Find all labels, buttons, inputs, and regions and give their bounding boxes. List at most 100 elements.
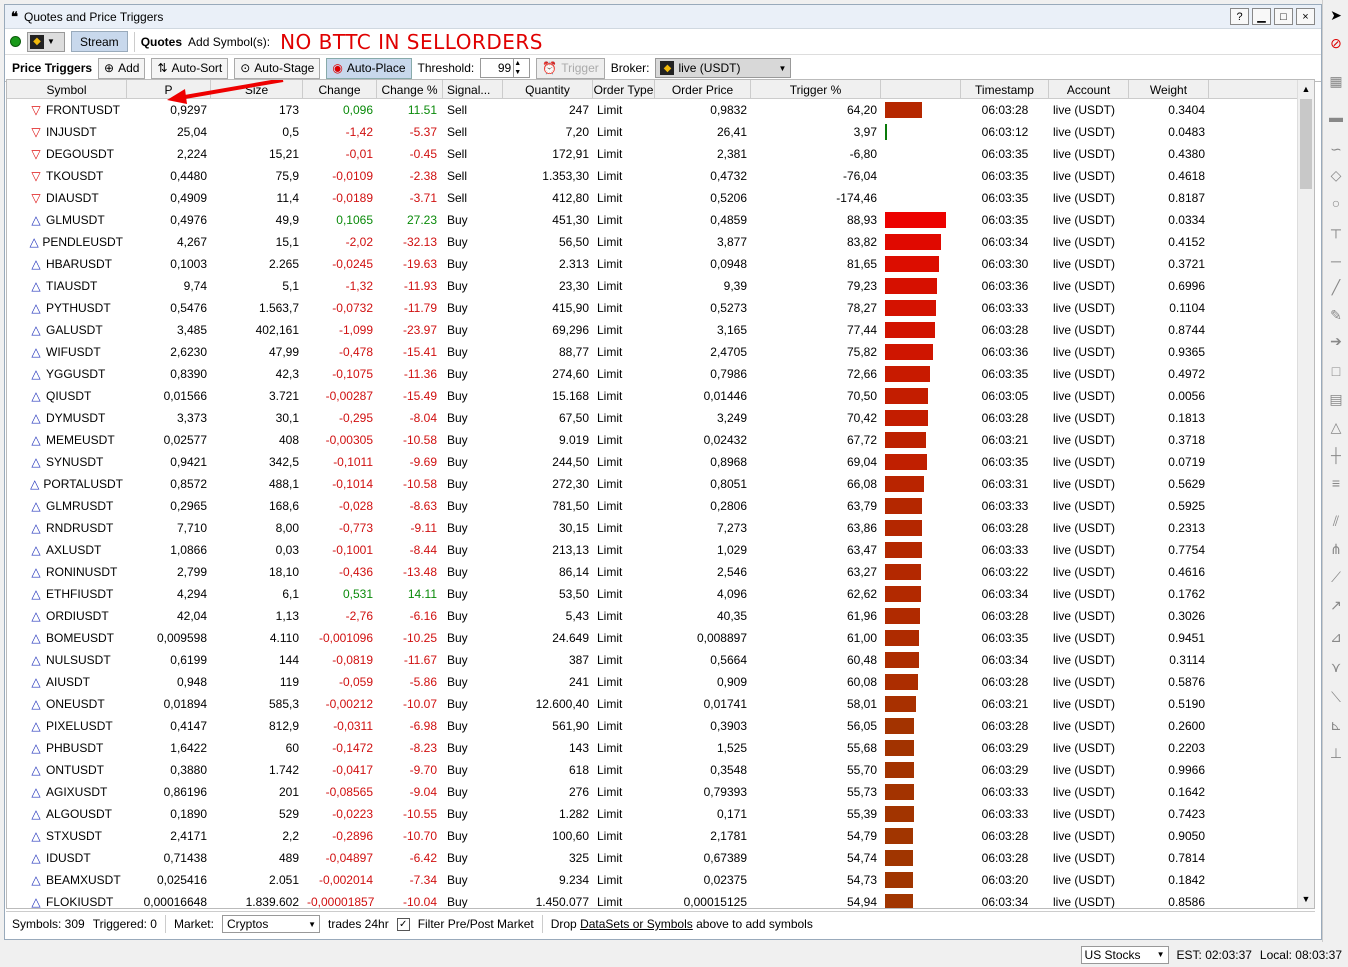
- channel-icon[interactable]: ⫽: [1327, 512, 1345, 530]
- table-row[interactable]: △ BOMEUSDT 0,009598 4.110 -0,001096 -10.25 Buy…: [7, 627, 1314, 649]
- fib-icon[interactable]: ≡: [1327, 474, 1345, 492]
- speed-icon[interactable]: ⟍: [1327, 688, 1345, 706]
- table-row[interactable]: △ IDUSDT 0,71438 489 -0,04897 -6.42 Buy 325 Limi…: [7, 847, 1314, 869]
- table-row[interactable]: △ FLOKIUSDT 0,00016648 1.839.602 -0,00001857…: [7, 891, 1314, 908]
- order-type-cell: Limit: [597, 851, 623, 865]
- table-row[interactable]: △ MEMEUSDT 0,02577 408 -0,00305 -10.58 Buy 9.01…: [7, 429, 1314, 451]
- column-header[interactable]: Symbol: [7, 80, 127, 99]
- threshold-stepper[interactable]: 99 ▲ ▼: [480, 58, 531, 78]
- pin-icon[interactable]: ┼: [1327, 446, 1345, 464]
- table-row[interactable]: △ GLMRUSDT 0,2965 168,6 -0,028 -8.63 Buy 781,50…: [7, 495, 1314, 517]
- table-row[interactable]: △ PORTALUSDT 0,8572 488,1 -0,1014 -10.58 Buy 27…: [7, 473, 1314, 495]
- table-row[interactable]: △ HBARUSDT 0,1003 2.265 -0,0245 -19.63 Buy 2.31…: [7, 253, 1314, 275]
- vline-icon[interactable]: ┬: [1327, 220, 1345, 238]
- table-row[interactable]: △ STXUSDT 2,4171 2,2 -0,2896 -10.70 Buy 100,60 L…: [7, 825, 1314, 847]
- table-row[interactable]: △ PENDLEUSDT 4,267 15,1 -2,02 -32.13 Buy 56,50 L…: [7, 231, 1314, 253]
- line-icon[interactable]: ╱: [1327, 278, 1345, 296]
- column-header[interactable]: Timestamp: [961, 80, 1049, 99]
- note-icon[interactable]: ▤: [1327, 390, 1345, 408]
- market-select[interactable]: Cryptos ▼: [221, 915, 320, 933]
- add-trigger-button[interactable]: ⊕ Add: [98, 57, 146, 79]
- table-row[interactable]: △ ETHFIUSDT 4,294 6,1 0,531 14.11 Buy 53,50 Limi…: [7, 583, 1314, 605]
- close-button[interactable]: ×: [1296, 8, 1315, 25]
- table-row[interactable]: ▽ DIAUSDT 0,4909 11,4 -0,0189 -3.71 Sell 412,80…: [7, 187, 1314, 209]
- table-row[interactable]: ▽ DEGOUSDT 2,224 15,21 -0,01 -0.45 Sell 172,91 L…: [7, 143, 1314, 165]
- table-row[interactable]: △ SYNUSDT 0,9421 342,5 -0,1011 -9.69 Buy 244,50…: [7, 451, 1314, 473]
- price-cell: 0,025416: [156, 873, 207, 887]
- auto-sort-button[interactable]: ⇅ Auto-Sort: [151, 57, 229, 79]
- measure-icon[interactable]: ⊾: [1327, 716, 1345, 734]
- table-row[interactable]: △ GALUSDT 3,485 402,161 -1,099 -23.97 Buy 69,29…: [7, 319, 1314, 341]
- spin-up-icon[interactable]: ▲: [514, 59, 527, 68]
- no-entry-icon[interactable]: ⊘: [1327, 34, 1345, 52]
- table-row[interactable]: △ TIAUSDT 9,74 5,1 -1,32 -11.93 Buy 23,30 Limit 9…: [7, 275, 1314, 297]
- table-row[interactable]: △ NULSUSDT 0,6199 144 -0,0819 -11.67 Buy 387 Lim…: [7, 649, 1314, 671]
- table-row[interactable]: △ AGIXUSDT 0,86196 201 -0,08565 -9.04 Buy 276 Li…: [7, 781, 1314, 803]
- cursor-icon[interactable]: ➤: [1327, 6, 1345, 24]
- table-row[interactable]: △ GLMUSDT 0,4976 49,9 0,1065 27.23 Buy 451,30 Li…: [7, 209, 1314, 231]
- table-row[interactable]: △ AIUSDT 0,948 119 -0,059 -5.86 Buy 241 Limit 0,9…: [7, 671, 1314, 693]
- ruler-icon[interactable]: ⊥: [1327, 744, 1345, 762]
- table-row[interactable]: △ PHBUSDT 1,6422 60 -0,1472 -8.23 Buy 143 Limit 1…: [7, 737, 1314, 759]
- filter-checkbox[interactable]: ✓: [396, 917, 410, 931]
- table-row[interactable]: △ ONEUSDT 0,01894 585,3 -0,00212 -10.07 Buy 12.…: [7, 693, 1314, 715]
- column-header[interactable]: [881, 80, 961, 99]
- rect-icon[interactable]: □: [1327, 362, 1345, 380]
- spin-down-icon[interactable]: ▼: [514, 68, 527, 77]
- pencil-icon[interactable]: ✎: [1327, 306, 1345, 324]
- trend-icon[interactable]: ↗: [1327, 596, 1345, 614]
- ellipse-icon[interactable]: ○: [1327, 194, 1345, 212]
- table-row[interactable]: △ YGGUSDT 0,8390 42,3 -0,1075 -11.36 Buy 274,60…: [7, 363, 1314, 385]
- scroll-thumb[interactable]: [1300, 99, 1312, 189]
- auto-stage-button[interactable]: ⊙ Auto-Stage: [234, 57, 321, 79]
- broker-select[interactable]: ◆ live (USDT) ▼: [655, 58, 792, 78]
- table-row[interactable]: △ RONINUSDT 2,799 18,10 -0,436 -13.48 Buy 86,14…: [7, 561, 1314, 583]
- column-header[interactable]: Quantity: [503, 80, 593, 99]
- help-button[interactable]: ?: [1230, 8, 1249, 25]
- column-header[interactable]: Signal...: [443, 80, 503, 99]
- table-row[interactable]: △ WIFUSDT 2,6230 47,99 -0,478 -15.41 Buy 88,77 L…: [7, 341, 1314, 363]
- column-header[interactable]: Order Type: [593, 80, 655, 99]
- trigger-bar: [881, 388, 961, 404]
- table-row[interactable]: △ ORDIUSDT 42,04 1,13 -2,76 -6.16 Buy 5,43 Limit…: [7, 605, 1314, 627]
- table-row[interactable]: △ QIUSDT 0,01566 3.721 -0,00287 -15.49 Buy 15.1…: [7, 385, 1314, 407]
- table-row[interactable]: △ ALGOUSDT 0,1890 529 -0,0223 -10.55 Buy 1.282 L…: [7, 803, 1314, 825]
- column-header[interactable]: Weight: [1129, 80, 1209, 99]
- column-header[interactable]: Trigger %: [751, 80, 881, 99]
- table-row[interactable]: △ AXLUSDT 1,0866 0,03 -0,1001 -8.44 Buy 213,13 L…: [7, 539, 1314, 561]
- table-row[interactable]: △ PIXELUSDT 0,4147 812,9 -0,0311 -6.98 Buy 561,…: [7, 715, 1314, 737]
- minimize-button[interactable]: ▁: [1252, 8, 1271, 25]
- table-row[interactable]: △ BEAMXUSDT 0,025416 2.051 -0,002014 -7.34 Buy…: [7, 869, 1314, 891]
- hline-icon[interactable]: ─: [1327, 252, 1345, 270]
- scroll-down-icon[interactable]: ▼: [1298, 891, 1314, 907]
- curve-icon[interactable]: ∽: [1327, 140, 1345, 158]
- table-row[interactable]: ▽ TKOUSDT 0,4480 75,9 -0,0109 -2.38 Sell 1.353,…: [7, 165, 1314, 187]
- pitchfork-icon[interactable]: ⋔: [1327, 540, 1345, 558]
- table-row[interactable]: △ RNDRUSDT 7,710 8,00 -0,773 -9.11 Buy 30,15 Lim…: [7, 517, 1314, 539]
- column-header[interactable]: Change %: [377, 80, 443, 99]
- region-select[interactable]: US Stocks ▼: [1080, 945, 1169, 964]
- stream-button[interactable]: Stream: [71, 31, 128, 52]
- fan-icon[interactable]: ⋎: [1327, 658, 1345, 676]
- bag-icon[interactable]: ▬: [1327, 108, 1345, 126]
- regression-icon[interactable]: ⟋: [1327, 568, 1345, 586]
- table-row[interactable]: △ DYMUSDT 3,373 30,1 -0,295 -8.04 Buy 67,50 Limi…: [7, 407, 1314, 429]
- vertical-scrollbar[interactable]: ▲ ▼: [1297, 80, 1314, 908]
- trigger-button[interactable]: ⏰ Trigger: [536, 57, 605, 79]
- grid-icon[interactable]: ▦: [1327, 72, 1345, 90]
- gann-icon[interactable]: ⊿: [1327, 628, 1345, 646]
- triangle-icon[interactable]: △: [1327, 418, 1345, 436]
- scroll-up-icon[interactable]: ▲: [1298, 81, 1314, 97]
- table-row[interactable]: △ ONTUSDT 0,3880 1.742 -0,0417 -9.70 Buy 618 Lim…: [7, 759, 1314, 781]
- maximize-button[interactable]: □: [1274, 8, 1293, 25]
- table-row[interactable]: ▽ INJUSDT 25,04 0,5 -1,42 -5.37 Sell 7,20 Limit 2…: [7, 121, 1314, 143]
- column-header[interactable]: Account: [1049, 80, 1129, 99]
- arrow-icon[interactable]: ➔: [1327, 332, 1345, 350]
- shape-icon[interactable]: ◇: [1327, 166, 1345, 184]
- column-header[interactable]: Change: [303, 80, 377, 99]
- datasets-link[interactable]: DataSets or Symbols: [580, 917, 693, 931]
- auto-place-button[interactable]: ◉ Auto-Place: [326, 57, 412, 79]
- exchange-selector[interactable]: ◆ ▼: [27, 31, 65, 52]
- column-header[interactable]: Order Price: [655, 80, 751, 99]
- table-row[interactable]: △ PYTHUSDT 0,5476 1.563,7 -0,0732 -11.79 Buy 41…: [7, 297, 1314, 319]
